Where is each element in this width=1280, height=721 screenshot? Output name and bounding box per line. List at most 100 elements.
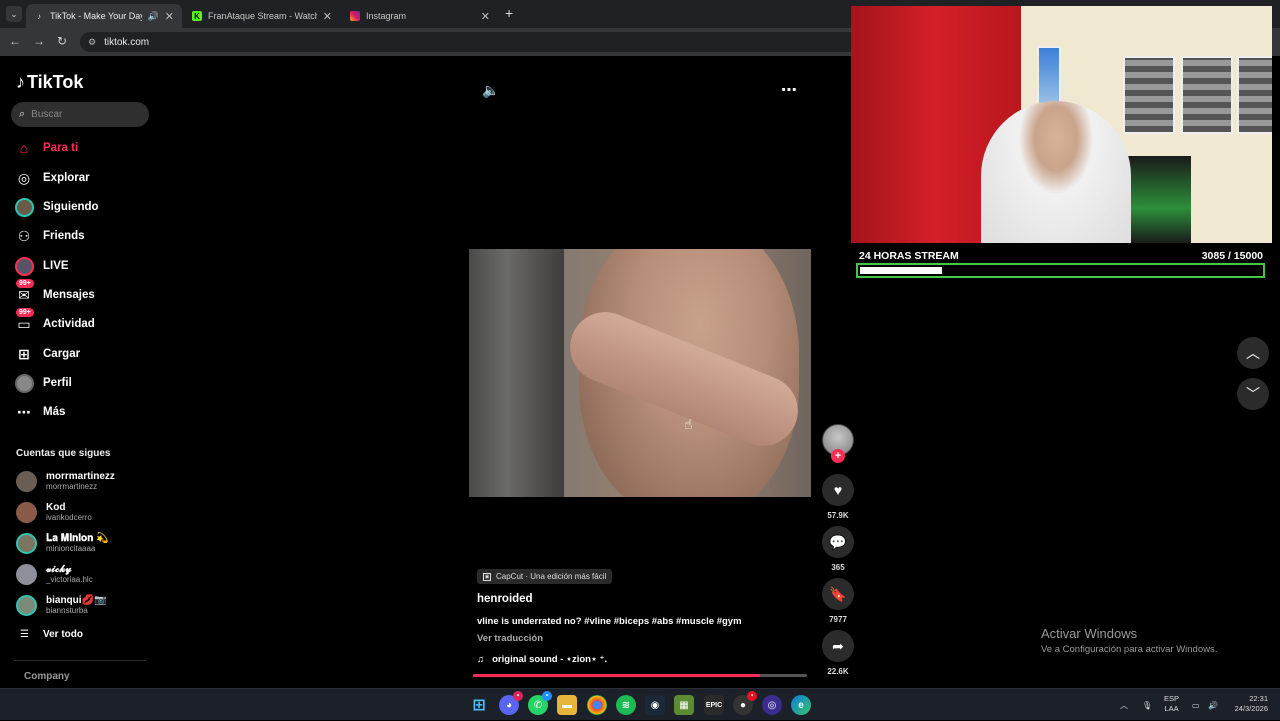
nav-mas[interactable]: ⋯ Más — [14, 402, 65, 422]
activity-badge: 99+ — [16, 308, 34, 317]
webcam-feed — [851, 6, 1272, 243]
app-icon[interactable]: ◎ — [762, 695, 782, 715]
upload-icon: ⊞ — [18, 345, 30, 362]
video-player[interactable] — [469, 249, 811, 497]
windows-start-icon[interactable]: ⊞ — [469, 695, 489, 715]
nav-siguiendo[interactable]: Siguiendo — [14, 197, 99, 217]
microphone-icon[interactable]: 🎙 — [1142, 689, 1152, 721]
nav-cargar[interactable]: ⊞ Cargar — [14, 344, 80, 364]
following-account[interactable]: Kod ivankodcerro — [16, 502, 92, 523]
file-explorer-icon[interactable]: ▬ — [557, 695, 577, 715]
see-translation-link[interactable]: Ver traducción — [477, 633, 543, 644]
webcam-poster — [1237, 56, 1272, 134]
nav-live[interactable]: LIVE — [14, 256, 69, 276]
site-info-icon[interactable]: ⚙ — [88, 37, 96, 48]
close-tab-icon[interactable]: ✕ — [481, 10, 490, 23]
avatar — [16, 595, 37, 616]
forward-icon[interactable]: → — [33, 34, 45, 48]
nav-para-ti[interactable]: ⌂ Para ti — [14, 138, 78, 158]
spotify-icon[interactable]: ≋ — [616, 695, 636, 715]
comment-count: 365 — [831, 563, 845, 572]
save-button[interactable]: 🔖 — [822, 578, 854, 610]
previous-video-button[interactable]: ︿ — [1237, 337, 1269, 369]
minecraft-icon[interactable]: ▦ — [674, 695, 694, 715]
close-tab-icon[interactable]: ✕ — [165, 10, 174, 23]
company-link[interactable]: Company — [24, 671, 70, 682]
following-account[interactable]: bianqui💋📷 biannsturba — [16, 595, 106, 616]
video-sound[interactable]: ♫ original sound - ⋆zion⋆ ⁺. — [477, 654, 607, 665]
next-video-button[interactable]: ﹀ — [1237, 378, 1269, 410]
close-tab-icon[interactable]: ✕ — [323, 10, 332, 23]
tab-search-button[interactable]: ⌄ — [6, 6, 22, 22]
tiktok-icon: ♪ — [37, 11, 41, 21]
video-caption: vline is underrated no? #vline #biceps #… — [477, 616, 742, 627]
nav-actividad[interactable]: ▭ 99+ Actividad — [14, 308, 95, 334]
edge-icon[interactable]: e — [791, 695, 811, 715]
webcam-poster — [1123, 56, 1175, 134]
nav-explorar[interactable]: ◎ Explorar — [14, 168, 90, 188]
webcam-gaming-chair — [1121, 156, 1191, 243]
more-icon: ⋯ — [17, 403, 31, 420]
heart-icon: ♥ — [833, 482, 843, 498]
chrome-icon[interactable] — [587, 695, 607, 715]
tab-kick[interactable]: K FranAtaque Stream - Watch Liv ✕ — [184, 4, 340, 28]
follow-plus-icon[interactable]: + — [831, 449, 845, 463]
capcut-tag[interactable]: ▣ CapCut · Una edición más fácil — [477, 569, 613, 584]
discord-badge-icon: • — [513, 691, 523, 701]
network-icon[interactable]: ▭ — [1192, 689, 1200, 721]
stream-goal-fill — [860, 267, 942, 274]
reload-icon[interactable]: ↻ — [57, 34, 67, 48]
avatar — [16, 564, 37, 585]
language-indicator[interactable]: ESP LAA — [1164, 694, 1179, 714]
instagram-icon — [350, 11, 360, 21]
new-tab-button[interactable]: + — [505, 5, 513, 21]
video-author[interactable]: henroided — [477, 593, 533, 605]
whatsapp-icon[interactable]: ✆ • — [528, 691, 552, 715]
tab-tiktok[interactable]: ♪ TikTok - Make Your Day 🔊 ✕ — [26, 4, 182, 28]
video-progress-bar[interactable] — [473, 674, 807, 677]
nav-perfil[interactable]: Perfil — [14, 373, 72, 393]
nav-friends[interactable]: ⚇ Friends — [14, 226, 85, 246]
compass-icon: ◎ — [17, 169, 31, 186]
comment-button[interactable]: 💬 — [822, 526, 854, 558]
tiktok-logo[interactable]: ♪ TikTok — [16, 72, 83, 93]
tray-overflow-icon[interactable]: ︿ — [1120, 689, 1128, 721]
avatar — [16, 533, 37, 554]
volume-tray-icon[interactable]: 🔊 — [1208, 689, 1218, 721]
capcut-icon: ▣ — [483, 572, 491, 581]
speaker-icon[interactable]: 🔊 — [148, 11, 159, 22]
obs-icon[interactable]: ● • — [733, 691, 757, 715]
chevron-down-icon: ﹀ — [1246, 386, 1260, 402]
tiktok-note-icon: ♪ — [16, 72, 25, 92]
avatar — [16, 502, 37, 523]
back-icon[interactable]: ← — [9, 34, 21, 48]
following-account[interactable]: 𝐋𝐚 𝐌𝐢𝐧𝐢𝐨𝐧 💫 minioncitaaaa — [16, 533, 109, 554]
volume-icon[interactable]: 🔈 — [482, 82, 499, 99]
nav-mensajes[interactable]: ✉ 99+ Mensajes — [14, 279, 95, 305]
more-options-icon[interactable]: ⋯ — [781, 80, 798, 100]
search-input[interactable]: ⌕ Buscar — [11, 102, 149, 127]
steam-icon[interactable]: ◉ — [645, 695, 665, 715]
following-account[interactable]: 𝓿𝓲𝓬𝓴𝔂 _victoriaa.hlc — [16, 564, 93, 585]
avatar — [16, 471, 37, 492]
tab-instagram[interactable]: Instagram ✕ — [342, 4, 498, 28]
following-avatar-icon — [14, 197, 34, 217]
webcam-streamer — [981, 101, 1131, 243]
video-progress-fill — [473, 674, 761, 677]
profile-icon — [14, 373, 34, 393]
kick-icon: K — [192, 11, 202, 21]
share-button[interactable]: ➦ — [822, 630, 854, 662]
epic-games-icon[interactable]: EPIC — [704, 695, 724, 715]
see-all-link[interactable]: ☰ Ver todo — [20, 629, 83, 640]
music-note-icon: ♫ — [477, 654, 485, 665]
comment-icon: 💬 — [829, 533, 847, 550]
following-account[interactable]: morrmartinezz morrmartinezz — [16, 471, 115, 492]
like-button[interactable]: ♥ — [822, 474, 854, 506]
stream-goal-label: 24 HORAS STREAM — [859, 250, 959, 262]
save-count: 7977 — [829, 615, 847, 624]
share-count: 22.6K — [827, 667, 849, 676]
divider — [14, 660, 146, 661]
discord-icon[interactable]: ◕ • — [499, 691, 523, 715]
taskbar-clock[interactable]: 22:31 24/3/2026 — [1226, 694, 1268, 714]
messages-icon: ✉ 99+ — [14, 279, 34, 305]
